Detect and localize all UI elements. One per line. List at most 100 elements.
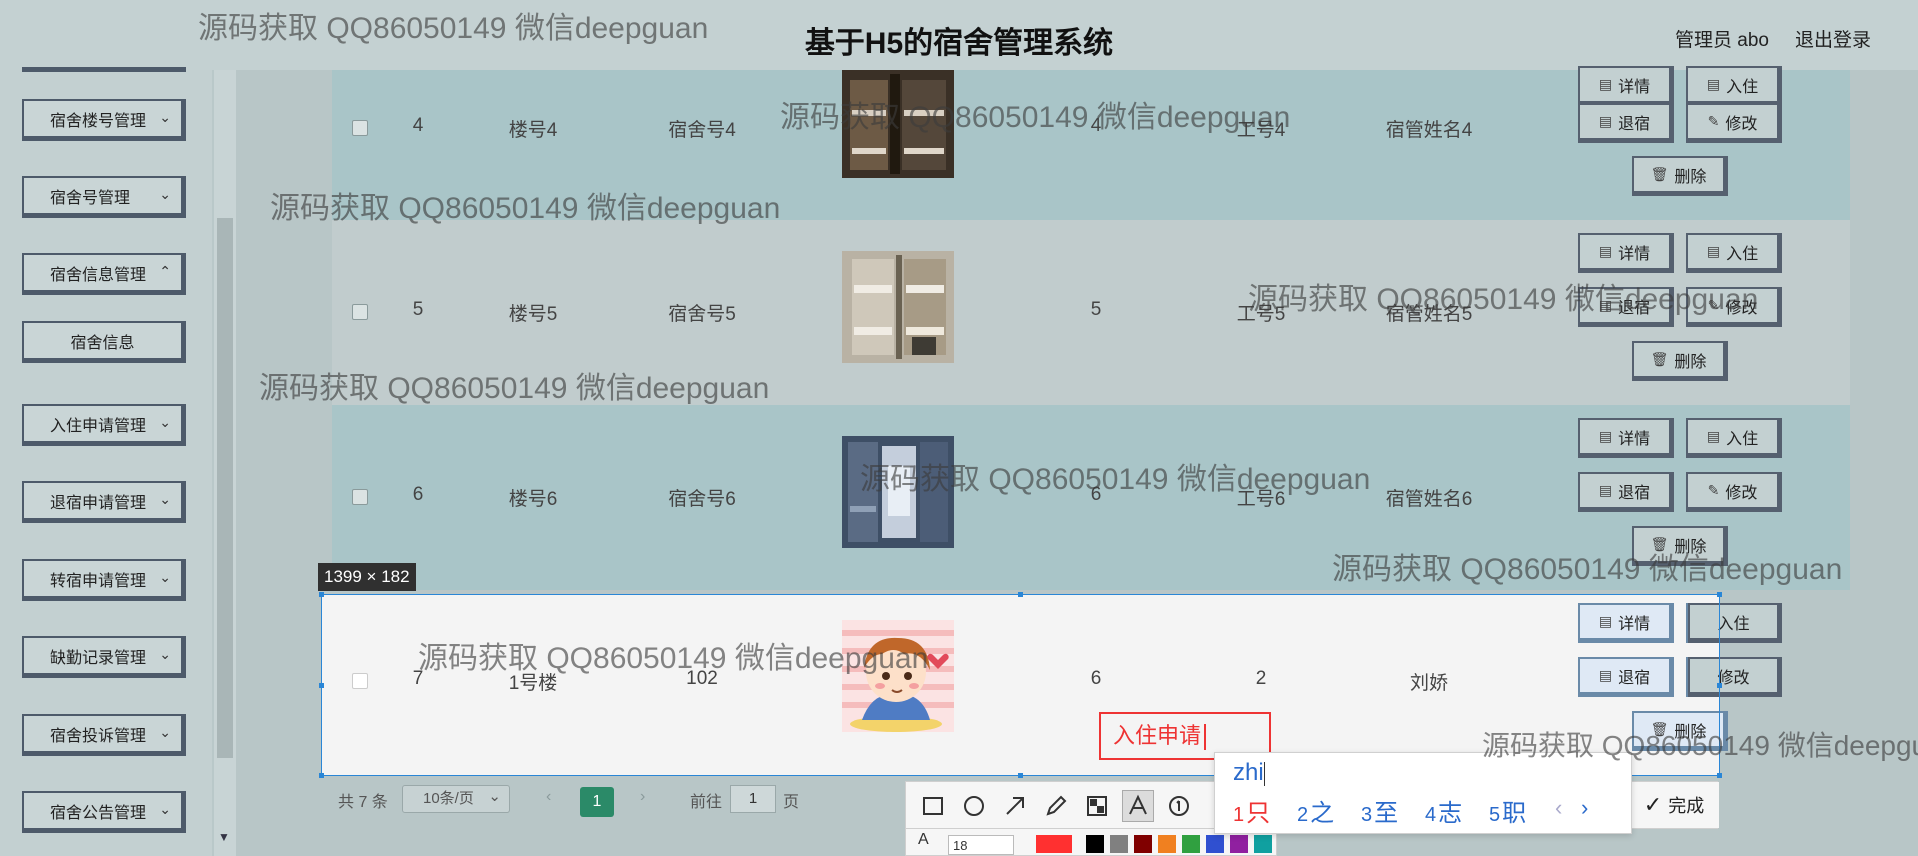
resize-handle[interactable]	[1018, 592, 1023, 597]
pencil-icon[interactable]	[1044, 794, 1068, 818]
sidebar-item-absence-records[interactable]: 缺勤记录管理 ⌄	[22, 636, 186, 678]
number-icon[interactable]	[1167, 794, 1191, 818]
button-label: 退宿	[1618, 484, 1651, 502]
goto-page-input[interactable]: 1	[730, 785, 776, 813]
ime-candidate-5[interactable]: 5职	[1489, 793, 1526, 828]
row-checkbox[interactable]	[352, 304, 368, 320]
color-swatch-blue[interactable]	[1206, 835, 1224, 853]
page-title: 基于H5的宿舍管理系统	[804, 27, 1114, 60]
color-swatch-orange[interactable]	[1158, 835, 1176, 853]
cell-index: 7	[412, 668, 424, 689]
resize-handle[interactable]	[1717, 592, 1722, 597]
ime-candidate-4[interactable]: 4志	[1425, 793, 1462, 828]
arrow-icon[interactable]	[1003, 794, 1027, 818]
edit-button[interactable]: ✎ 修改	[1686, 472, 1782, 512]
sidebar-item-complaints[interactable]: 宿舍投诉管理 ⌄	[22, 714, 186, 756]
resize-handle[interactable]	[1717, 683, 1722, 688]
cell-capacity: 4	[1090, 115, 1102, 136]
sidebar-item-announcements[interactable]: 宿舍公告管理 ⌄	[22, 791, 186, 833]
color-swatch-black[interactable]	[1086, 835, 1104, 853]
sidebar-item-label: 缺勤记录管理	[50, 649, 147, 667]
document-icon: ▤	[1598, 297, 1613, 313]
scroll-down-arrow-icon[interactable]: ▼	[218, 830, 230, 844]
done-button[interactable]: ✓ 完成	[1628, 782, 1719, 828]
detail-button[interactable]: ▤ 详情	[1578, 418, 1674, 458]
row-checkbox[interactable]	[352, 120, 368, 136]
sidebar-item-building-management[interactable]: 宿舍楼号管理 ⌄	[22, 99, 186, 141]
detail-button[interactable]: ▤ 详情	[1578, 233, 1674, 273]
color-swatch-maroon[interactable]	[1134, 835, 1152, 853]
button-label: 修改	[1725, 484, 1758, 502]
text-icon[interactable]	[1122, 790, 1154, 822]
checkin-button[interactable]: ▤ 入住	[1686, 233, 1782, 273]
checkin-button[interactable]: ▤ 入住	[1686, 66, 1782, 106]
sidebar-scrollbar[interactable]: ▼	[214, 70, 236, 856]
page-number-current[interactable]: 1	[580, 787, 614, 817]
font-icon: A	[918, 831, 929, 848]
checkout-button[interactable]: ▤ 退宿	[1578, 657, 1674, 697]
delete-button[interactable]: 🗑 删除	[1632, 711, 1728, 751]
candidate-char: 只	[1246, 800, 1271, 827]
edit-button[interactable]: ✎ 修改	[1686, 103, 1782, 143]
cell-room: 宿舍号6	[668, 489, 736, 510]
page-size-select[interactable]: 10条/页 ⌄	[402, 785, 510, 813]
resize-handle[interactable]	[319, 592, 324, 597]
candidate-char: 之	[1310, 800, 1335, 827]
resize-handle[interactable]	[319, 773, 324, 778]
logout-link[interactable]: 退出登录	[1795, 25, 1871, 52]
ime-candidate-2[interactable]: 2之	[1297, 793, 1334, 828]
room-photo	[842, 70, 954, 178]
detail-button[interactable]: ▤ 详情	[1578, 603, 1674, 643]
room-photo	[842, 436, 954, 548]
detail-button[interactable]: ▤ 详情	[1578, 66, 1674, 106]
checkout-button[interactable]: ▤ 退宿	[1578, 472, 1674, 512]
delete-button[interactable]: 🗑 删除	[1632, 156, 1728, 196]
color-swatch-red-selected[interactable]	[1036, 835, 1072, 853]
edit-button-outside[interactable]: 修改	[1688, 657, 1782, 697]
font-size-input[interactable]: 18	[948, 835, 1014, 855]
sidebar-item-checkout-application[interactable]: 退宿申请管理 ⌄	[22, 481, 186, 523]
checkout-button[interactable]: ▤ 退宿	[1578, 287, 1674, 327]
mosaic-icon[interactable]	[1085, 794, 1109, 818]
ime-candidate-window: zhi 1只 2之 3至 4志 5职 ‹ ›	[1214, 752, 1632, 834]
resize-handle[interactable]	[319, 683, 324, 688]
ime-next-page-icon[interactable]: ›	[1581, 795, 1588, 821]
sidebar-item-room-number-management[interactable]: 宿舍号管理 ⌄	[22, 176, 186, 218]
row-checkbox[interactable]	[352, 489, 368, 505]
color-swatch-gray[interactable]	[1110, 835, 1128, 853]
button-label: 入住	[1726, 430, 1759, 448]
rectangle-icon[interactable]	[921, 794, 945, 818]
checkin-button-outside[interactable]: 入住	[1688, 603, 1782, 643]
table-row: 6 楼号6 宿舍号6 6 工号6 宿管姓名6 ▤ 详情 ▤ 入住 ▤ 退宿 ✎ 修改 🗑…	[332, 405, 1850, 590]
sidebar-subitem-room-info[interactable]: 宿舍信息	[22, 321, 186, 363]
scrollbar-thumb[interactable]	[217, 218, 233, 758]
color-swatch-purple[interactable]	[1230, 835, 1248, 853]
sidebar-item-label: 宿舍楼号管理	[50, 112, 147, 130]
color-swatch-teal[interactable]	[1254, 835, 1272, 853]
next-page-icon[interactable]: ›	[640, 788, 645, 806]
ime-candidate-1[interactable]: 1只	[1233, 793, 1270, 828]
goto-suffix: 页	[783, 794, 800, 811]
delete-button[interactable]: 🗑 删除	[1632, 526, 1728, 566]
document-icon: ▤	[1598, 76, 1613, 92]
ime-prev-page-icon[interactable]: ‹	[1555, 795, 1562, 821]
ellipse-icon[interactable]	[962, 794, 986, 818]
chevron-down-icon: ⌄	[159, 491, 171, 507]
resize-handle[interactable]	[1018, 773, 1023, 778]
button-label: 入住	[1717, 615, 1750, 633]
sidebar-item-transfer-application[interactable]: 转宿申请管理 ⌄	[22, 559, 186, 601]
sidebar-item-checkin-application[interactable]: 入住申请管理 ⌄	[22, 404, 186, 446]
prev-page-icon[interactable]: ‹	[546, 788, 551, 806]
sidebar-item-room-info-management[interactable]: 宿舍信息管理 ⌃	[22, 253, 186, 295]
resize-handle[interactable]	[1717, 773, 1722, 778]
sidebar-item-label: 宿舍号管理	[50, 189, 131, 207]
edit-button[interactable]: ✎ 修改	[1686, 287, 1782, 327]
row-checkbox[interactable]	[352, 673, 368, 689]
delete-button[interactable]: 🗑 删除	[1632, 341, 1728, 381]
ime-candidate-3[interactable]: 3至	[1361, 793, 1398, 828]
checkout-button[interactable]: ▤ 退宿	[1578, 103, 1674, 143]
checkin-button[interactable]: ▤ 入住	[1686, 418, 1782, 458]
document-icon: ▤	[1598, 613, 1613, 629]
color-swatch-green[interactable]	[1182, 835, 1200, 853]
cell-capacity: 6	[1090, 668, 1102, 689]
